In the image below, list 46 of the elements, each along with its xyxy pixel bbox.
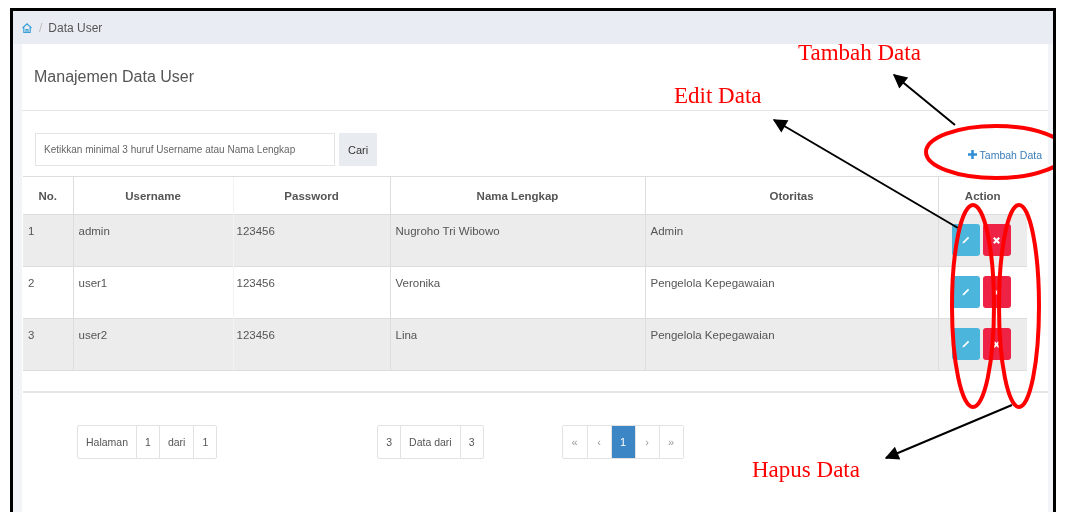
column-header: No.	[23, 176, 73, 215]
column-header: Otoritas	[645, 176, 938, 215]
table-cell: Lina	[390, 318, 645, 371]
card-title: Manajemen Data User	[34, 68, 195, 86]
table-cell: user2	[73, 318, 233, 371]
table-cell: admin	[73, 214, 233, 267]
breadcrumb-separator: /	[39, 20, 43, 35]
table-cell: Pengelola Kepegawaian	[645, 266, 938, 319]
table-cell: Admin	[645, 214, 938, 267]
column-header: Nama Lengkap	[390, 176, 645, 215]
breadcrumb-current: Data User	[48, 20, 103, 35]
annotation-label: Tambah Data	[798, 40, 921, 66]
table-cell: Nugroho Tri Wibowo	[390, 214, 645, 267]
add-data-link[interactable]: Tambah Data	[967, 148, 1042, 161]
search-button[interactable]: Cari	[339, 133, 378, 166]
page-info-text: dari	[158, 426, 194, 458]
pencil-icon	[960, 339, 971, 349]
table-cell: 123456	[233, 266, 390, 319]
home-icon[interactable]	[21, 21, 33, 34]
data-info-text: 3	[385, 435, 394, 450]
close-icon	[992, 235, 1001, 245]
table-cell: 3	[23, 318, 73, 371]
table-cell: Veronika	[390, 266, 645, 319]
column-header: Password	[233, 176, 390, 215]
page-info-text: Halaman	[85, 435, 130, 450]
pagination-button[interactable]: 1	[610, 426, 635, 458]
annotation-label: Hapus Data	[752, 457, 860, 483]
close-icon	[992, 339, 1001, 349]
page-info-text: 1	[136, 426, 159, 458]
table-cell: 123456	[233, 318, 390, 371]
table-cell: Pengelola Kepegawaian	[645, 318, 938, 371]
column-header: Username	[73, 176, 233, 215]
table-cell: 123456	[233, 214, 390, 267]
table-cell: user1	[73, 266, 233, 319]
pencil-icon	[960, 287, 971, 297]
page-info-text: 1	[193, 426, 217, 458]
pagination-button[interactable]: »	[658, 426, 683, 458]
column-header: Action	[938, 176, 1027, 215]
pencil-icon	[960, 235, 971, 245]
table-cell: 2	[23, 266, 73, 319]
annotation-label: Edit Data	[674, 83, 762, 109]
plus-icon	[967, 150, 977, 159]
data-info-text: Data dari	[400, 426, 460, 458]
search-field[interactable]: Ketikkan minimal 3 huruf Username atau Nama Lengkap	[35, 133, 335, 166]
table-cell: 1	[23, 214, 73, 267]
data-info-text: 3	[459, 426, 483, 458]
